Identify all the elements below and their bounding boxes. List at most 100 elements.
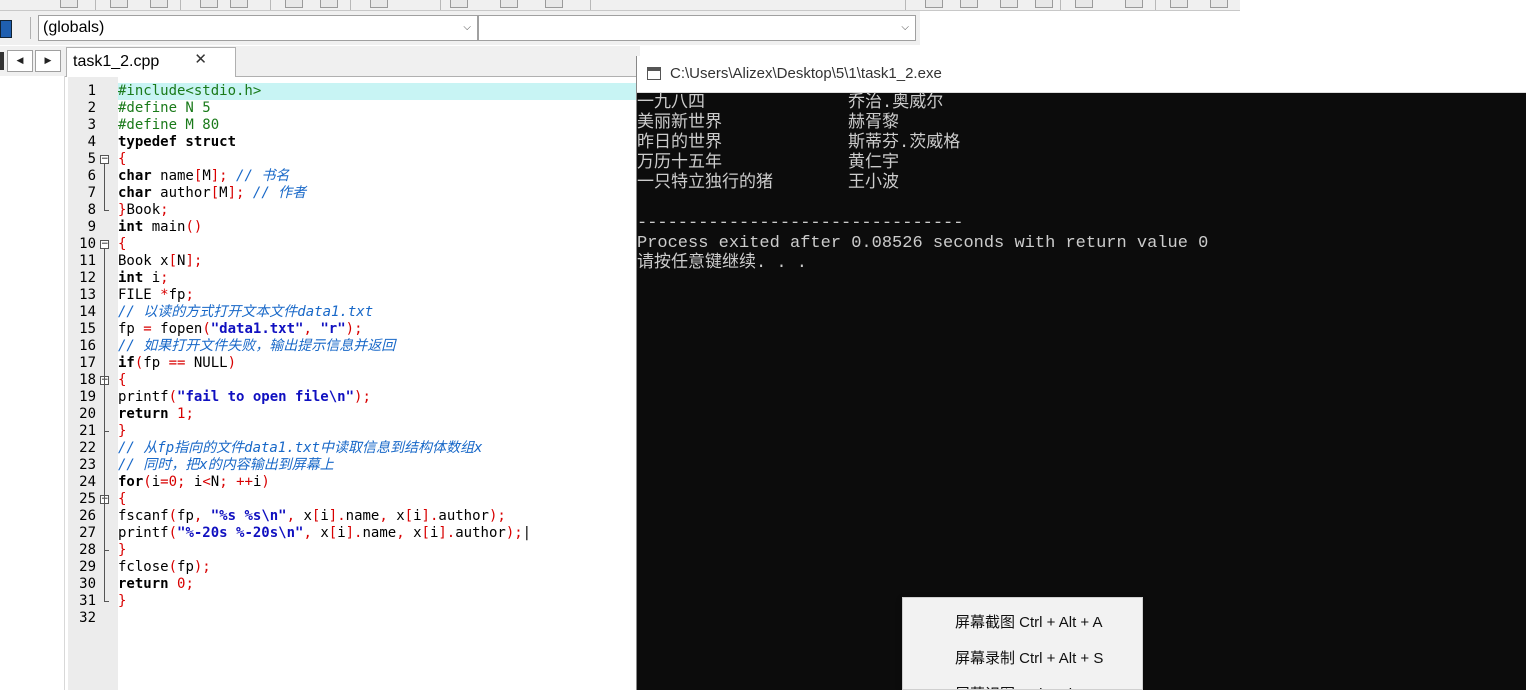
close-icon[interactable]: ✕	[194, 46, 207, 74]
line-number: 5	[87, 151, 96, 167]
console-app-icon	[647, 67, 661, 80]
context-menu-item[interactable]: 屏幕识图 Ctrl + Alt + O	[955, 683, 1105, 689]
toolbar-button[interactable]	[960, 0, 978, 8]
code-line: }	[118, 593, 638, 610]
code-token: |	[522, 525, 532, 541]
line-number: 6	[87, 168, 96, 184]
code-token: }	[118, 593, 127, 609]
toolbar-button[interactable]	[200, 0, 218, 8]
code-line: }	[118, 423, 638, 440]
toolbar-button[interactable]	[500, 0, 518, 8]
code-token: "%s %s\n"	[210, 508, 287, 524]
toolbar-button[interactable]	[150, 0, 168, 8]
class-browser-icon[interactable]	[0, 20, 12, 38]
code-token: #include<stdio.h>	[118, 83, 262, 99]
code-token: [	[421, 525, 430, 541]
chevron-down-icon[interactable]: ⌵	[901, 16, 909, 40]
code-token: author	[455, 525, 506, 541]
fold-guide-end	[104, 210, 109, 211]
code-token: author	[438, 508, 489, 524]
code-line: {	[118, 491, 638, 508]
toolbar-separator	[1155, 0, 1156, 10]
code-token: {	[118, 236, 127, 252]
code-token: 0	[168, 474, 178, 490]
context-menu-item[interactable]: 屏幕截图 Ctrl + Alt + A	[955, 611, 1103, 635]
code-token: )	[227, 355, 237, 371]
toolbar-button[interactable]	[1000, 0, 1018, 8]
code-token: ;	[219, 474, 228, 490]
toolbar-button[interactable]	[1170, 0, 1188, 8]
code-token: fclose	[118, 559, 169, 575]
context-menu-item[interactable]: 屏幕录制 Ctrl + Alt + S	[955, 647, 1103, 671]
toolbar-button[interactable]	[1210, 0, 1228, 8]
code-token: ].	[328, 508, 346, 524]
console-book-name: 一只特立独行的猪	[637, 174, 773, 193]
code-token: ,	[286, 508, 296, 524]
toolbar-button[interactable]	[320, 0, 338, 8]
toolbar-button[interactable]	[1075, 0, 1093, 8]
toolbar-button[interactable]	[230, 0, 248, 8]
code-line: fscanf(fp, "%s %s\n", x[i].name, x[i].au…	[118, 508, 638, 525]
line-number: 32	[79, 610, 96, 626]
code-line: #define N 5	[118, 100, 638, 117]
code-token: i	[413, 508, 422, 524]
code-line: typedef struct	[118, 134, 638, 151]
code-line: }Book;	[118, 202, 638, 219]
tab-label: task1_2.cpp	[73, 53, 160, 70]
code-editor[interactable]: #include<stdio.h> #define N 5 #define M 80…	[118, 77, 638, 690]
toolbar-button[interactable]	[1125, 0, 1143, 8]
code-token: ].	[345, 525, 363, 541]
scope-combo[interactable]: (globals) ⌵	[38, 15, 478, 41]
line-number: 15	[79, 321, 96, 337]
code-token: // 如果打开文件失败，输出提示信息并返回	[118, 338, 396, 354]
screenshot-context-menu: 屏幕截图 Ctrl + Alt + A 屏幕录制 Ctrl + Alt + S 屏幕…	[902, 597, 1143, 690]
code-line: #include<stdio.h>	[118, 83, 638, 100]
member-combo[interactable]: ⌵	[478, 15, 916, 41]
code-token: fp	[177, 559, 194, 575]
toolbar-button[interactable]	[60, 0, 78, 8]
code-token: x	[295, 508, 312, 524]
console-title-bar[interactable]: C:\Users\Alizex\Desktop\5\1\task1_2.exe	[637, 56, 1526, 93]
fold-toggle-icon[interactable]: −	[100, 240, 109, 249]
toolbar-button[interactable]	[450, 0, 468, 8]
line-number: 31	[79, 593, 96, 609]
code-token: (	[168, 559, 178, 575]
tab-task1-2-cpp[interactable]: task1_2.cpp ✕	[66, 47, 236, 77]
code-token: #define M 80	[118, 117, 220, 133]
line-number: 13	[79, 287, 96, 303]
code-token: name	[151, 168, 194, 184]
console-row: 一九八四 乔治.奥威尔	[637, 94, 1237, 114]
line-number: 28	[79, 542, 96, 558]
toolbar-button[interactable]	[545, 0, 563, 8]
chevron-down-icon[interactable]: ⌵	[463, 16, 471, 40]
line-number: 4	[87, 134, 96, 150]
code-token: ;	[185, 287, 194, 303]
code-line: char author[M]; // 作者	[118, 185, 638, 202]
code-line: fp = fopen("data1.txt", "r");	[118, 321, 638, 338]
line-number: 22	[79, 440, 96, 456]
code-line: // 从fp指向的文件data1.txt中读取信息到结构体数组x	[118, 440, 638, 457]
code-line: fclose(fp);	[118, 559, 638, 576]
console-title: C:\Users\Alizex\Desktop\5\1\task1_2.exe	[670, 65, 942, 82]
fold-toggle-icon[interactable]: −	[100, 155, 109, 164]
toolbar-button[interactable]	[370, 0, 388, 8]
code-token: ];	[185, 253, 203, 269]
code-token: fp	[118, 321, 144, 337]
code-token: return	[118, 406, 169, 422]
code-token: (	[202, 321, 211, 337]
code-line: FILE *fp;	[118, 287, 638, 304]
code-token: ;	[185, 406, 194, 422]
tab-prev-button[interactable]: ◀	[7, 50, 33, 72]
console-window[interactable]: C:\Users\Alizex\Desktop\5\1\task1_2.exe …	[636, 56, 1526, 690]
toolbar-button[interactable]	[925, 0, 943, 8]
code-token: [	[168, 253, 178, 269]
toolbar-button[interactable]	[110, 0, 128, 8]
toolbar-button[interactable]	[1035, 0, 1053, 8]
code-token: ()	[185, 219, 203, 235]
toolbar-button[interactable]	[285, 0, 303, 8]
line-number: 1	[87, 83, 96, 99]
console-book-name: 昨日的世界	[637, 134, 722, 153]
tab-next-button[interactable]: ▶	[35, 50, 61, 72]
code-line: {	[118, 372, 638, 389]
line-number: 30	[79, 576, 96, 592]
